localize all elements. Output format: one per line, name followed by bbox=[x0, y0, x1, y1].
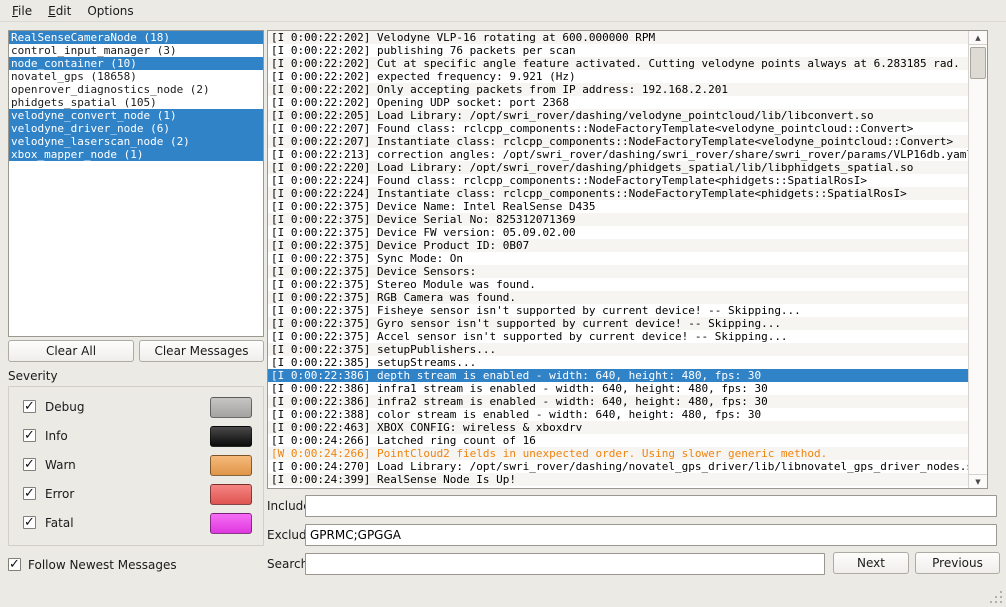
node-list-item[interactable]: openrover_diagnostics_node (2) bbox=[9, 83, 263, 96]
log-row[interactable]: [I 0:00:22:224] Found class: rclcpp_comp… bbox=[268, 174, 968, 187]
scroll-down-icon[interactable]: ▼ bbox=[969, 474, 987, 488]
node-list-item[interactable]: velodyne_convert_node (1) bbox=[9, 109, 263, 122]
follow-newest-checkbox[interactable] bbox=[8, 558, 21, 571]
severity-row-fatal: Fatal bbox=[9, 513, 263, 535]
log-row[interactable]: [I 0:00:22:202] expected frequency: 9.92… bbox=[268, 70, 968, 83]
severity-color-swatch-fatal[interactable] bbox=[210, 513, 252, 534]
node-list-item[interactable]: node_container (10) bbox=[9, 57, 263, 70]
severity-checkbox-error[interactable] bbox=[23, 487, 36, 500]
scroll-up-icon[interactable]: ▲ bbox=[969, 31, 987, 45]
log-row[interactable]: [I 0:00:22:220] Load Library: /opt/swri_… bbox=[268, 161, 968, 174]
log-row[interactable]: [I 0:00:22:375] Stereo Module was found. bbox=[268, 278, 968, 291]
severity-checkbox-warn[interactable] bbox=[23, 458, 36, 471]
severity-color-swatch-info[interactable] bbox=[210, 426, 252, 447]
node-list[interactable]: RealSenseCameraNode (18)control_input_ma… bbox=[8, 30, 264, 337]
log-row[interactable]: [I 0:00:22:375] Sync Mode: On bbox=[268, 252, 968, 265]
severity-title: Severity bbox=[8, 369, 58, 383]
node-list-item[interactable]: novatel_gps (18658) bbox=[9, 70, 263, 83]
node-list-item[interactable]: control_input_manager (3) bbox=[9, 44, 263, 57]
log-row[interactable]: [I 0:00:22:386] infra1 stream is enabled… bbox=[268, 382, 968, 395]
previous-button[interactable]: Previous bbox=[915, 552, 1000, 574]
menu-file[interactable]: File bbox=[4, 2, 40, 20]
node-list-item[interactable]: velodyne_laserscan_node (2) bbox=[9, 135, 263, 148]
severity-row-error: Error bbox=[9, 484, 263, 506]
log-row[interactable]: [I 0:00:24:270] Load Library: /opt/swri_… bbox=[268, 460, 968, 473]
severity-checkbox-fatal[interactable] bbox=[23, 516, 36, 529]
severity-checkbox-debug[interactable] bbox=[23, 400, 36, 413]
node-list-item[interactable]: xbox_mapper_node (1) bbox=[9, 148, 263, 161]
log-row[interactable]: [I 0:00:24:266] Latched ring count of 16 bbox=[268, 434, 968, 447]
severity-label-info: Info bbox=[45, 429, 68, 443]
menu-options[interactable]: Options bbox=[79, 2, 141, 20]
next-button[interactable]: Next bbox=[833, 552, 909, 574]
severity-color-swatch-warn[interactable] bbox=[210, 455, 252, 476]
menu-edit[interactable]: Edit bbox=[40, 2, 79, 20]
log-row[interactable]: [I 0:00:22:213] correction angles: /opt/… bbox=[268, 148, 968, 161]
log-row[interactable]: [I 0:00:22:388] color stream is enabled … bbox=[268, 408, 968, 421]
log-row[interactable]: [I 0:00:22:202] Only accepting packets f… bbox=[268, 83, 968, 96]
menu-bar: FileEditOptions bbox=[0, 0, 1006, 22]
severity-row-debug: Debug bbox=[9, 397, 263, 419]
include-input[interactable] bbox=[305, 495, 997, 517]
node-list-item[interactable]: phidgets_spatial (105) bbox=[9, 96, 263, 109]
log-row[interactable]: [I 0:00:22:375] Device FW version: 05.09… bbox=[268, 226, 968, 239]
severity-frame: Debug Info Warn Error Fatal bbox=[8, 386, 264, 546]
search-input[interactable] bbox=[305, 553, 825, 575]
log-row[interactable]: [I 0:00:22:375] Device Product ID: 0B07 bbox=[268, 239, 968, 252]
follow-newest-label: Follow Newest Messages bbox=[28, 558, 177, 572]
log-row[interactable]: [I 0:00:22:463] XBOX CONFIG: wireless & … bbox=[268, 421, 968, 434]
log-row[interactable]: [I 0:00:22:375] Fisheye sensor isn't sup… bbox=[268, 304, 968, 317]
log-row[interactable]: [I 0:00:22:224] Instantiate class: rclcp… bbox=[268, 187, 968, 200]
log-scrollbar[interactable]: ▲ ▼ bbox=[968, 31, 987, 488]
node-list-item[interactable]: RealSenseCameraNode (18) bbox=[9, 31, 263, 44]
severity-row-warn: Warn bbox=[9, 455, 263, 477]
resize-grip-icon[interactable] bbox=[990, 591, 1002, 603]
search-label: Search bbox=[267, 557, 308, 571]
severity-checkbox-info[interactable] bbox=[23, 429, 36, 442]
log-row[interactable]: [I 0:00:22:375] Device Serial No: 825312… bbox=[268, 213, 968, 226]
log-message-list[interactable]: [I 0:00:22:202] Velodyne VLP-16 rotating… bbox=[267, 30, 988, 489]
log-row[interactable]: [I 0:00:22:205] Load Library: /opt/swri_… bbox=[268, 109, 968, 122]
node-list-item[interactable]: velodyne_driver_node (6) bbox=[9, 122, 263, 135]
severity-row-info: Info bbox=[9, 426, 263, 448]
severity-label-warn: Warn bbox=[45, 458, 76, 472]
log-row[interactable]: [I 0:00:22:375] Device Sensors: bbox=[268, 265, 968, 278]
log-row[interactable]: [I 0:00:22:386] depth stream is enabled … bbox=[268, 369, 968, 382]
log-row[interactable]: [I 0:00:22:202] Opening UDP socket: port… bbox=[268, 96, 968, 109]
log-row[interactable]: [I 0:00:22:386] infra2 stream is enabled… bbox=[268, 395, 968, 408]
log-row[interactable]: [I 0:00:22:202] publishing 76 packets pe… bbox=[268, 44, 968, 57]
log-row[interactable]: [I 0:00:22:375] setupPublishers... bbox=[268, 343, 968, 356]
exclude-input[interactable] bbox=[305, 524, 997, 546]
clear-all-button[interactable]: Clear All bbox=[8, 340, 134, 362]
log-row[interactable]: [W 0:00:24:266] PointCloud2 fields in un… bbox=[268, 447, 968, 460]
log-row[interactable]: [I 0:00:22:202] Velodyne VLP-16 rotating… bbox=[268, 31, 968, 44]
log-row[interactable]: [I 0:00:22:202] Cut at specific angle fe… bbox=[268, 57, 968, 70]
severity-label-error: Error bbox=[45, 487, 74, 501]
scrollbar-thumb[interactable] bbox=[970, 47, 986, 79]
severity-label-fatal: Fatal bbox=[45, 516, 74, 530]
log-row[interactable]: [I 0:00:24:399] RealSense Node Is Up! bbox=[268, 473, 968, 486]
severity-color-swatch-debug[interactable] bbox=[210, 397, 252, 418]
log-row[interactable]: [I 0:00:22:375] Gyro sensor isn't suppor… bbox=[268, 317, 968, 330]
log-row[interactable]: [I 0:00:22:385] setupStreams... bbox=[268, 356, 968, 369]
severity-label-debug: Debug bbox=[45, 400, 84, 414]
log-row[interactable]: [I 0:00:22:207] Instantiate class: rclcp… bbox=[268, 135, 968, 148]
severity-color-swatch-error[interactable] bbox=[210, 484, 252, 505]
log-row[interactable]: [I 0:00:22:375] RGB Camera was found. bbox=[268, 291, 968, 304]
log-row[interactable]: [I 0:00:22:375] Device Name: Intel RealS… bbox=[268, 200, 968, 213]
log-row[interactable]: [I 0:00:22:375] Accel sensor isn't suppo… bbox=[268, 330, 968, 343]
log-row[interactable]: [I 0:00:22:207] Found class: rclcpp_comp… bbox=[268, 122, 968, 135]
clear-messages-button[interactable]: Clear Messages bbox=[139, 340, 264, 362]
